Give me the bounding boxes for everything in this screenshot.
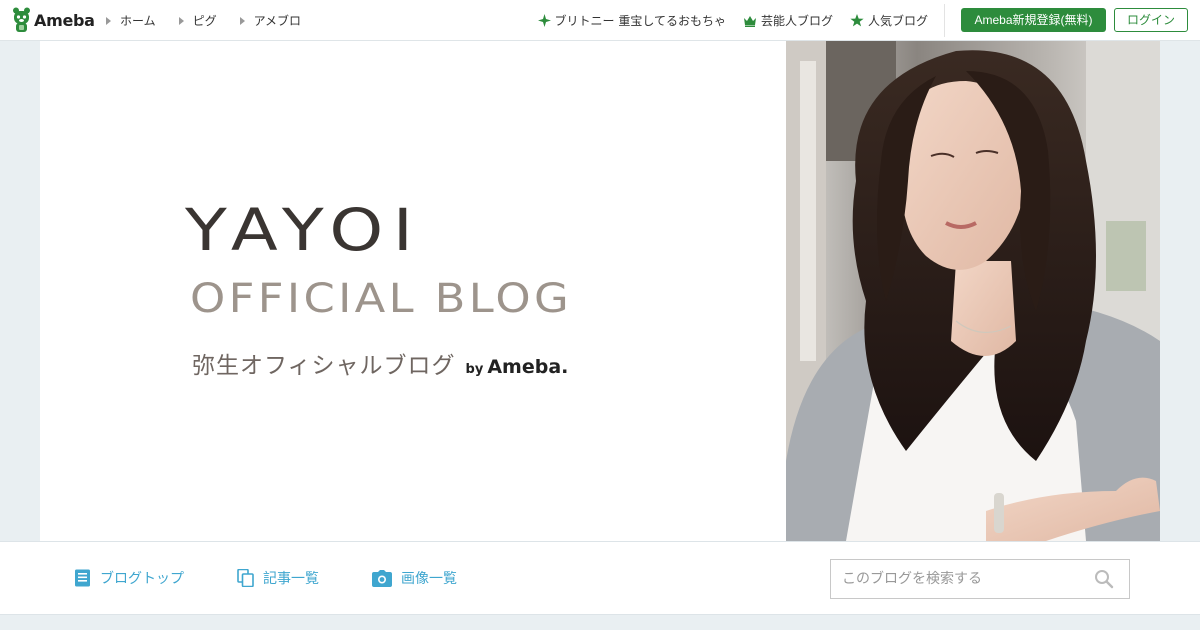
login-button[interactable]: ログイン (1114, 8, 1188, 32)
copy-icon (237, 569, 254, 587)
global-nav-right: ブリトニー 重宝してるおもちゃ 芸能人ブログ 人気ブログ (521, 12, 928, 29)
hero-subtitle-jp: 弥生オフィシャルブログ (192, 353, 456, 379)
nav-link-popular-blogs[interactable]: 人気ブログ (850, 12, 928, 29)
blogger-portrait-photo (786, 41, 1160, 541)
nav-link-ameblo[interactable]: アメブロ (239, 12, 302, 29)
blog-nav-links: ブログトップ 記事一覧 画像一覧 (74, 568, 510, 588)
nav-link-label: 芸能人ブログ (760, 14, 833, 28)
nav-link-pigg[interactable]: ピグ (178, 12, 217, 29)
hero-subtitle-en: OFFICIAL BLOG (190, 276, 573, 322)
hero-ameba-wordmark: Ameba. (487, 356, 569, 378)
search-icon (1095, 570, 1114, 589)
blog-nav-label: 記事一覧 (263, 571, 319, 587)
blog-search-input[interactable] (831, 560, 1081, 598)
blog-header-banner[interactable]: YAYOI OFFICIAL BLOG 弥生オフィシャルブログ by Ameba… (40, 41, 1160, 541)
nav-link-home[interactable]: ホーム (106, 12, 156, 29)
search-button[interactable] (1093, 569, 1115, 591)
blog-navigation-bar: ブログトップ 記事一覧 画像一覧 (0, 541, 1200, 615)
triangle-right-icon (106, 16, 111, 25)
triangle-right-icon (178, 16, 184, 25)
hero-title: YAYOI (185, 196, 423, 264)
nav-link-label: ホーム (120, 14, 156, 28)
blog-nav-label: ブログトップ (100, 571, 184, 587)
triangle-right-icon (239, 16, 245, 25)
nav-link-label: ピグ (192, 14, 217, 28)
sparkle-icon (537, 14, 551, 27)
star-icon (850, 14, 864, 27)
crown-icon (743, 15, 756, 27)
blog-nav-label: 画像一覧 (401, 571, 457, 587)
image-list-link[interactable]: 画像一覧 (372, 568, 457, 588)
ameba-logo[interactable]: Ameba (12, 7, 95, 33)
logo-text: Ameba (34, 10, 95, 30)
nav-link-label: ブリトニー 重宝してるおもちゃ (554, 14, 726, 28)
camera-icon (372, 569, 392, 587)
header-divider (944, 4, 945, 37)
ameba-mascot-icon (13, 7, 30, 32)
global-header: Ameba ホーム ピグ アメブロ ブリトニー 重宝してるおもちゃ 芸能人ブログ… (0, 0, 1200, 41)
register-button[interactable]: Ameba新規登録(無料) (961, 8, 1106, 32)
nav-link-trending-topic[interactable]: ブリトニー 重宝してるおもちゃ (537, 12, 726, 29)
blog-search (830, 559, 1130, 599)
nav-link-label: アメブロ (253, 14, 302, 28)
document-icon (75, 569, 90, 587)
blog-top-link[interactable]: ブログトップ (74, 568, 184, 588)
global-nav-left: ホーム ピグ アメブロ (106, 12, 324, 29)
nav-link-label: 人気ブログ (867, 14, 928, 28)
hero-subtitle-jp-row: 弥生オフィシャルブログ by Ameba. (192, 346, 568, 380)
hero-by-text: by (465, 362, 484, 377)
article-list-link[interactable]: 記事一覧 (237, 568, 319, 588)
nav-link-celebrity-blogs[interactable]: 芸能人ブログ (743, 12, 833, 29)
